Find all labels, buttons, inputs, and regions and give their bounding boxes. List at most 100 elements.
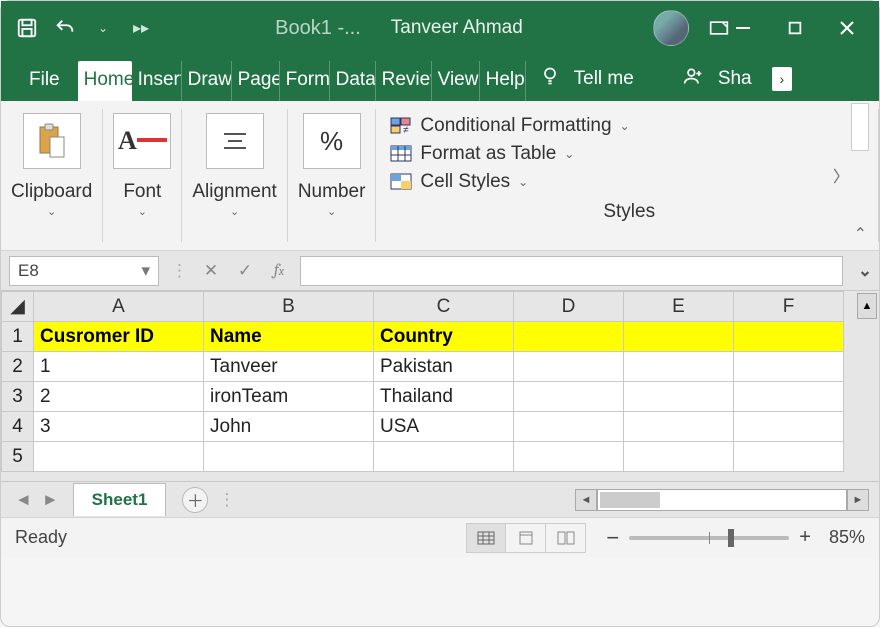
cell[interactable]: Tanveer	[204, 352, 374, 382]
cell[interactable]	[514, 352, 624, 382]
cell[interactable]: Cusromer ID	[34, 322, 204, 352]
number-button[interactable]: %	[303, 113, 361, 169]
col-header[interactable]: A	[34, 292, 204, 322]
cell[interactable]: Country	[374, 322, 514, 352]
number-dropdown-icon[interactable]: ⌄	[327, 205, 336, 218]
tab-insert[interactable]: Insert	[132, 61, 182, 101]
font-button[interactable]: A	[113, 113, 171, 169]
cell[interactable]	[514, 412, 624, 442]
cell[interactable]: Name	[204, 322, 374, 352]
add-sheet-button[interactable]: ＋	[182, 487, 208, 513]
close-icon[interactable]	[835, 16, 859, 40]
cell[interactable]: Pakistan	[374, 352, 514, 382]
col-header[interactable]: F	[734, 292, 844, 322]
row-header[interactable]: 1	[2, 322, 34, 352]
cell[interactable]	[514, 322, 624, 352]
cell[interactable]	[734, 382, 844, 412]
conditional-formatting-button[interactable]: ≠ Conditional Formatting ⌄	[390, 115, 868, 137]
cell[interactable]: John	[204, 412, 374, 442]
share-button[interactable]: Sha	[718, 68, 752, 90]
zoom-knob[interactable]	[728, 529, 734, 547]
fx-icon[interactable]: fx	[262, 261, 296, 280]
name-box-dropdown-icon[interactable]: ▾	[141, 261, 150, 281]
tabs-grip-icon[interactable]: ⋮	[208, 490, 247, 510]
row-header[interactable]: 4	[2, 412, 34, 442]
col-header[interactable]: C	[374, 292, 514, 322]
cell[interactable]	[624, 322, 734, 352]
row-header[interactable]: 5	[2, 442, 34, 472]
name-box[interactable]: E8 ▾	[9, 256, 159, 286]
cell[interactable]: USA	[374, 412, 514, 442]
cell[interactable]: 3	[34, 412, 204, 442]
cell[interactable]: Thailand	[374, 382, 514, 412]
cell[interactable]	[624, 352, 734, 382]
hscroll-left-icon[interactable]: ◄	[575, 489, 597, 511]
qat-more-icon[interactable]: ▸▸	[129, 16, 153, 40]
hscroll-right-icon[interactable]: ►	[847, 489, 869, 511]
tab-view[interactable]: View	[432, 61, 480, 101]
zoom-slider[interactable]	[629, 536, 789, 540]
col-header[interactable]: D	[514, 292, 624, 322]
cell[interactable]	[34, 442, 204, 472]
cell[interactable]: 1	[34, 352, 204, 382]
tab-draw[interactable]: Draw	[182, 61, 232, 101]
select-all-corner[interactable]: ◢	[2, 292, 34, 322]
zoom-in-button[interactable]: +	[799, 526, 811, 549]
tab-review[interactable]: Review	[376, 61, 432, 101]
tab-help[interactable]: Help	[480, 61, 526, 101]
maximize-icon[interactable]	[783, 16, 807, 40]
cell[interactable]	[374, 442, 514, 472]
alignment-button[interactable]	[206, 113, 264, 169]
hscroll-thumb[interactable]	[600, 492, 660, 508]
ribbon-collapse-icon[interactable]: ⌃	[854, 224, 867, 244]
cancel-icon[interactable]: ✕	[194, 261, 228, 281]
lightbulb-icon[interactable]	[540, 65, 560, 93]
undo-icon[interactable]	[53, 16, 77, 40]
cell[interactable]	[734, 442, 844, 472]
view-page-break-icon[interactable]	[546, 523, 586, 553]
cell[interactable]	[514, 382, 624, 412]
font-dropdown-icon[interactable]: ⌄	[138, 205, 147, 218]
cell[interactable]	[624, 442, 734, 472]
cell[interactable]	[624, 382, 734, 412]
row-header[interactable]: 2	[2, 352, 34, 382]
cell[interactable]	[204, 442, 374, 472]
cell[interactable]	[514, 442, 624, 472]
ribbon-vscroll[interactable]	[851, 103, 869, 151]
sheet-tab-active[interactable]: Sheet1	[73, 483, 167, 516]
clipboard-dropdown-icon[interactable]: ⌄	[47, 205, 56, 218]
cell[interactable]	[734, 352, 844, 382]
tab-data[interactable]: Data	[330, 61, 376, 101]
ribbon-scroll-right-icon[interactable]: 〉	[829, 159, 853, 191]
formula-expand-icon[interactable]: ⌄	[851, 261, 879, 281]
sheet-table[interactable]: ◢ A B C D E F 1Cusromer IDNameCountry21T…	[1, 291, 844, 472]
sheet-nav-prev-icon[interactable]: ◄	[15, 490, 32, 510]
cell[interactable]	[624, 412, 734, 442]
undo-dropdown-icon[interactable]: ⌄	[91, 16, 115, 40]
tab-page[interactable]: Page	[232, 61, 280, 101]
cell[interactable]	[734, 412, 844, 442]
col-header[interactable]: B	[204, 292, 374, 322]
format-as-table-button[interactable]: Format as Table ⌄	[390, 143, 868, 165]
tab-home[interactable]: Home	[78, 61, 132, 101]
cell-styles-button[interactable]: Cell Styles ⌄	[390, 171, 868, 193]
tell-me[interactable]: Tell me	[574, 68, 634, 90]
view-page-layout-icon[interactable]	[506, 523, 546, 553]
sheet-nav-next-icon[interactable]: ►	[42, 490, 59, 510]
alignment-dropdown-icon[interactable]: ⌄	[230, 205, 239, 218]
formula-input[interactable]	[300, 256, 843, 286]
save-icon[interactable]	[15, 16, 39, 40]
zoom-percent[interactable]: 85%	[829, 527, 865, 548]
minimize-icon[interactable]	[731, 16, 755, 40]
avatar[interactable]	[653, 10, 689, 46]
cell[interactable]: ironTeam	[204, 382, 374, 412]
cell[interactable]	[734, 322, 844, 352]
tab-formulas[interactable]: Format	[280, 61, 330, 101]
enter-icon[interactable]: ✓	[228, 261, 262, 281]
tabs-scroll-right-icon[interactable]: ›	[772, 67, 792, 91]
formula-grip-icon[interactable]: ⋮	[167, 261, 194, 281]
horizontal-scrollbar[interactable]: ◄ ►	[575, 489, 869, 511]
row-header[interactable]: 3	[2, 382, 34, 412]
ribbon-display-icon[interactable]	[707, 16, 731, 40]
view-normal-icon[interactable]	[466, 523, 506, 553]
